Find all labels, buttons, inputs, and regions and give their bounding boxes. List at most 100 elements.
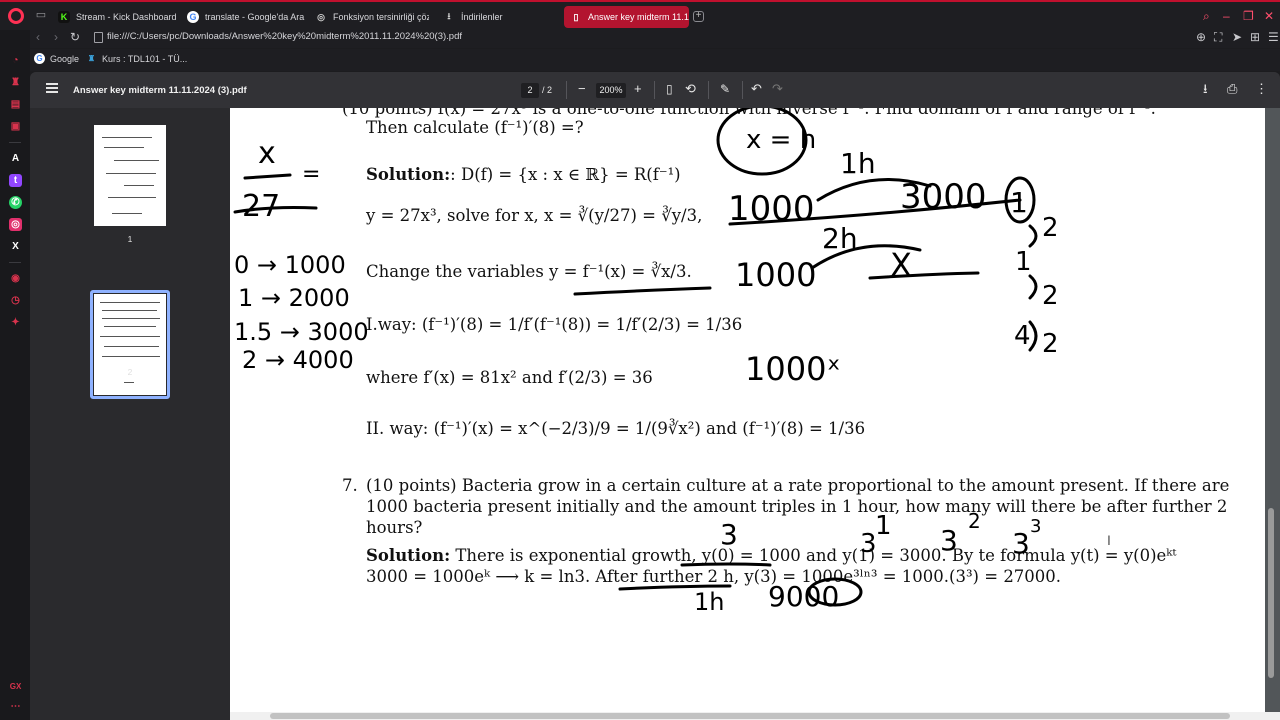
text-cursor-icon: I bbox=[1107, 532, 1111, 548]
hand-2: 2 bbox=[1042, 213, 1059, 243]
back-icon[interactable]: ‹ bbox=[36, 30, 40, 44]
draw-icon[interactable]: ✎ bbox=[720, 81, 730, 97]
google-icon: G bbox=[187, 11, 199, 23]
undo-icon[interactable]: ↶ bbox=[751, 81, 762, 97]
hand-2h: 2h bbox=[822, 222, 858, 255]
opera-menu-icon[interactable] bbox=[8, 8, 24, 24]
pdf-file-icon: ▯ bbox=[573, 11, 579, 22]
hand-27: 27 bbox=[242, 189, 280, 224]
thumbnail-panel: 1 2 bbox=[30, 108, 230, 720]
hand-2: 2 bbox=[968, 509, 981, 533]
hand-x-h: x = h bbox=[746, 125, 816, 155]
hand-1000: 1000 bbox=[735, 256, 816, 294]
document-area[interactable]: (10 points) f(x) = 27x³ is a one-to-one … bbox=[230, 108, 1280, 712]
hand-3: 3 bbox=[720, 518, 738, 551]
brace-stroke bbox=[1028, 224, 1038, 248]
fraction-bar-stroke bbox=[243, 173, 292, 180]
hand-table-row: 1.5 → 3000 bbox=[234, 318, 369, 346]
horizontal-scrollbar[interactable] bbox=[270, 713, 1230, 719]
extensions-icon[interactable]: ✦ bbox=[9, 316, 22, 329]
gx-icon[interactable]: GX bbox=[9, 680, 22, 693]
tab-downloads[interactable]: ⭳ İndirilenler bbox=[437, 6, 557, 28]
new-tab-button[interactable]: + bbox=[693, 11, 704, 22]
rotate-icon[interactable]: ⟲ bbox=[685, 81, 696, 97]
pdf-viewer: Answer key midterm 11.11.2024 (3).pdf 2 … bbox=[30, 72, 1280, 720]
crypto-wallet-icon[interactable]: ♜ bbox=[9, 76, 22, 89]
hand-3: 3 bbox=[1012, 527, 1030, 560]
tab-fonksiyon[interactable]: ◎ Fonksiyon tersinirliği çözü bbox=[309, 6, 429, 28]
search-tabs-icon[interactable]: ⌕ bbox=[1203, 10, 1210, 22]
forward-icon[interactable]: › bbox=[54, 30, 58, 44]
send-icon[interactable]: ➤ bbox=[1232, 30, 1242, 44]
zoom-icon[interactable]: ⊕ bbox=[1196, 30, 1206, 44]
tab-bar: ▭ K Stream - Kick Dashboard G translate … bbox=[0, 0, 1280, 30]
hand-2: 2 bbox=[1042, 281, 1059, 311]
close-window-button[interactable]: ✕ bbox=[1264, 10, 1274, 22]
hand-3: 3 bbox=[860, 529, 877, 559]
chat-icon[interactable]: ▤ bbox=[9, 98, 22, 111]
hand-table-row: 1 → 2000 bbox=[238, 284, 350, 312]
hand-equals: = bbox=[302, 162, 320, 187]
chatgpt-icon: ◎ bbox=[317, 11, 325, 22]
pdf-page[interactable]: (10 points) f(x) = 27x³ is a one-to-one … bbox=[230, 108, 1265, 712]
download-icon: ⭳ bbox=[447, 11, 451, 21]
zoom-in-icon[interactable]: + bbox=[634, 81, 642, 97]
more-actions-icon[interactable]: ⋮ bbox=[1255, 81, 1268, 97]
tab-label: Stream - Kick Dashboard bbox=[76, 12, 177, 22]
underline-stroke bbox=[680, 562, 772, 567]
url-field[interactable]: file:///C:/Users/pc/Downloads/Answer%20k… bbox=[107, 31, 462, 42]
aria-icon[interactable]: ◔ bbox=[9, 54, 22, 67]
kick-icon: K bbox=[58, 11, 70, 23]
horizontal-scrollbar-track bbox=[230, 712, 1280, 720]
tab-label: İndirilenler bbox=[461, 12, 503, 22]
whatsapp-icon[interactable]: ✆ bbox=[9, 196, 22, 209]
hand-4: 4 bbox=[1014, 321, 1031, 351]
download-icon[interactable]: ⭳ bbox=[1203, 81, 1208, 97]
thumbnail-page-1[interactable] bbox=[94, 125, 166, 226]
twitch-icon[interactable]: t bbox=[9, 174, 22, 187]
brace-stroke bbox=[1028, 274, 1038, 300]
player-icon[interactable]: ◉ bbox=[9, 272, 22, 285]
zoom-level-input[interactable]: 200% bbox=[596, 83, 626, 98]
aria-assistant-icon[interactable]: A bbox=[9, 152, 22, 165]
x-twitter-icon[interactable]: X bbox=[9, 240, 22, 253]
thumbnail-page-2[interactable] bbox=[94, 294, 166, 395]
toolbar-divider bbox=[708, 81, 709, 99]
file-icon bbox=[94, 32, 103, 43]
tab-google-search[interactable]: G translate - Google'da Ara bbox=[181, 6, 306, 28]
hand-1000-power-x: 1000ˣ bbox=[745, 350, 841, 388]
restore-button[interactable]: ❐ bbox=[1243, 10, 1254, 22]
bookmarks-bar: G Google ♜ Kurs : TDL101 - TÜ... bbox=[30, 49, 1280, 71]
hand-2: 2 bbox=[1042, 329, 1059, 359]
tab-answer-key[interactable]: ▯ Answer key midterm 11.11 bbox=[564, 6, 689, 28]
thumbnail-label: 1 bbox=[127, 234, 133, 244]
print-icon[interactable]: ⎙ bbox=[1227, 81, 1237, 97]
hamburger-menu-icon[interactable] bbox=[46, 83, 58, 93]
hand-1: 1 bbox=[1015, 247, 1032, 277]
tab-label: Answer key midterm 11.11 bbox=[588, 12, 689, 22]
fit-page-icon[interactable]: ▯ bbox=[666, 81, 673, 97]
vertical-scrollbar[interactable] bbox=[1268, 508, 1274, 678]
minimize-button[interactable]: – bbox=[1223, 10, 1230, 22]
page-number-input[interactable]: 2 bbox=[521, 83, 539, 98]
address-bar: ‹ › ↻ file:///C:/Users/pc/Downloads/Answ… bbox=[30, 28, 1280, 48]
reload-icon[interactable]: ↻ bbox=[70, 30, 80, 44]
instagram-icon[interactable]: ◎ bbox=[9, 218, 22, 231]
bookmark-google[interactable]: G Google bbox=[34, 53, 79, 64]
tab-snap-icon[interactable]: ▭ bbox=[34, 9, 48, 21]
tab-label: Fonksiyon tersinirliği çözü bbox=[333, 12, 429, 22]
more-icon[interactable]: ⋯ bbox=[9, 700, 22, 713]
zoom-out-icon[interactable]: − bbox=[578, 81, 586, 97]
history-icon[interactable]: ◷ bbox=[9, 294, 22, 307]
ai-tools-icon[interactable]: ▣ bbox=[9, 120, 22, 133]
tab-kick[interactable]: K Stream - Kick Dashboard bbox=[52, 6, 177, 28]
redo-icon[interactable]: ↷ bbox=[772, 81, 783, 97]
hand-9000: 9000 bbox=[768, 580, 839, 613]
opera-sidebar: ◔ ♜ ▤ ▣ A t ✆ ◎ X ◉ ◷ ✦ GX ⋯ bbox=[0, 30, 30, 720]
bookmark-kurs[interactable]: ♜ Kurs : TDL101 - TÜ... bbox=[86, 53, 187, 64]
extensions-icon[interactable]: ⊞ bbox=[1250, 30, 1260, 44]
snapshot-icon[interactable]: ⛶ bbox=[1214, 30, 1222, 45]
easy-setup-icon[interactable]: ☰ bbox=[1268, 30, 1279, 44]
hand-1-circled: 1 bbox=[1010, 186, 1028, 219]
underline-stroke bbox=[868, 271, 980, 280]
